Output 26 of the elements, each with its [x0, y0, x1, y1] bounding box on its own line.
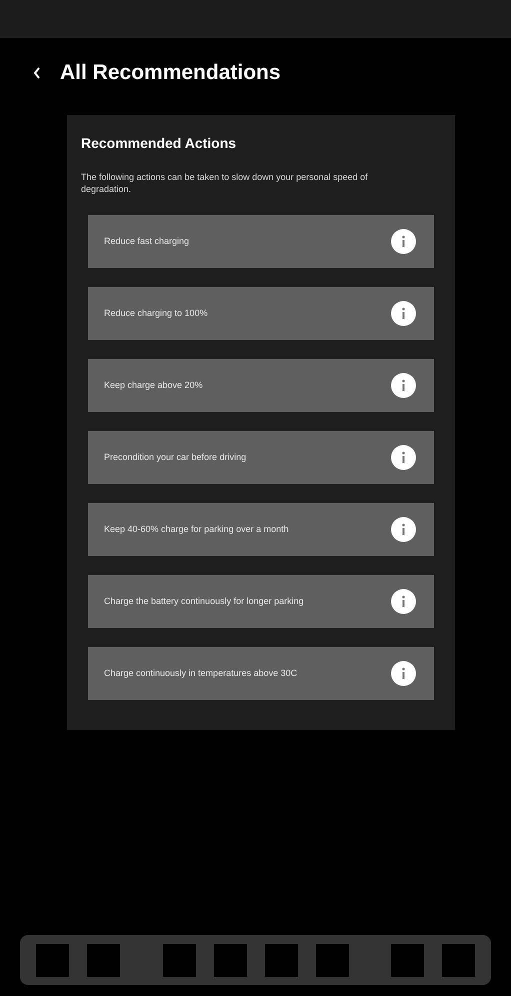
- info-icon: [391, 661, 416, 686]
- card-description: The following actions can be taken to slow down your personal speed of degradation.: [81, 171, 369, 195]
- action-item[interactable]: Reduce fast charging: [88, 215, 434, 268]
- info-icon: [391, 589, 416, 614]
- tab-bar-slot[interactable]: [391, 944, 424, 976]
- action-item[interactable]: Keep 40-60% charge for parking over a month: [88, 503, 434, 556]
- tab-bar-slot[interactable]: [264, 944, 298, 976]
- page-title: All Recommendations: [60, 60, 281, 86]
- info-icon: [391, 373, 416, 398]
- tab-bar-slot[interactable]: [162, 944, 196, 976]
- action-item[interactable]: Charge the battery continuously for longer parking: [88, 575, 434, 628]
- tab-bar-slot[interactable]: [87, 944, 120, 976]
- action-item[interactable]: Precondition your car before driving: [88, 431, 434, 484]
- info-icon: [391, 301, 416, 326]
- tab-bar-slot[interactable]: [316, 944, 348, 976]
- action-item[interactable]: Keep charge above 20%: [88, 359, 434, 412]
- action-item[interactable]: Reduce charging to 100%: [88, 287, 434, 340]
- info-icon: [391, 517, 416, 542]
- tab-bar-slot[interactable]: [214, 944, 246, 976]
- info-icon: [391, 445, 416, 470]
- tab-bar-slot[interactable]: [442, 944, 475, 976]
- card-title: Recommended Actions: [81, 134, 238, 153]
- info-icon: [391, 229, 416, 254]
- action-item[interactable]: Charge continuously in temperatures above 30C: [88, 647, 434, 700]
- back-icon: [33, 67, 41, 79]
- tab-bar-slot[interactable]: [36, 944, 69, 976]
